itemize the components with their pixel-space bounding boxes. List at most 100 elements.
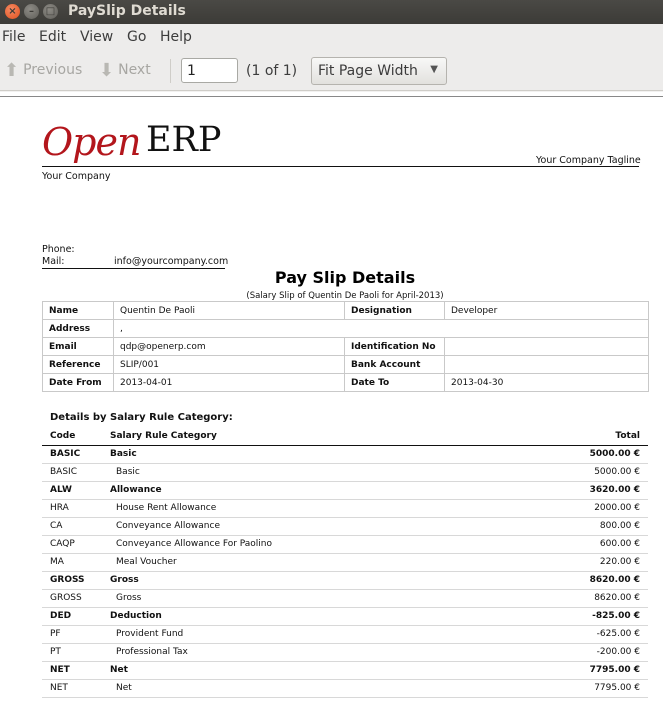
address-value: , [113,319,649,338]
salary-rule-rows: BASIC Basic 5000.00 € BASIC Basic 5000.00 € AL… [42,445,648,698]
menu-go[interactable]: Go [127,29,146,45]
row-code: PT [42,643,102,662]
row-code: NET [42,679,102,698]
row-category: Gross [102,589,500,608]
date-to-value: 2013-04-30 [444,373,649,392]
designation-label: Designation [344,301,445,320]
table-row: NET Net 7795.00 € [42,661,648,680]
email-value: qdp@openerp.com [113,337,345,356]
row-total: 8620.00 € [499,571,648,590]
date-from-label: Date From [42,373,114,392]
email-label: Email [42,337,114,356]
row-category: Basic [102,445,500,464]
row-category: Net [102,679,500,698]
table-row: MA Meal Voucher 220.00 € [42,553,648,572]
table-row: GROSS Gross 8620.00 € [42,589,648,608]
maximize-window-button[interactable]: □ [43,4,58,19]
row-code: BASIC [42,445,102,464]
document-title: Pay Slip Details [274,268,416,287]
page-number-input[interactable] [181,58,238,83]
row-total: 3620.00 € [499,481,648,500]
company-tagline: Your Company Tagline [536,155,641,166]
previous-button[interactable]: ⬆ Previous [4,60,82,81]
title-bar: × – □ PaySlip Details [0,0,663,24]
row-category: Allowance [102,481,500,500]
document-page: Open ERP Your Company Tagline Your Compa… [0,96,663,712]
row-category: Net [102,661,500,680]
row-total: 7795.00 € [499,661,648,680]
menu-view[interactable]: View [80,29,113,45]
row-category: Conveyance Allowance For Paolino [102,535,500,554]
reference-label: Reference [42,355,114,374]
bank-account-value [444,355,649,374]
row-code: CA [42,517,102,536]
mail-label: Mail: [42,256,65,267]
employee-info-table: Name Quentin De Paoli Designation Develo… [42,301,649,392]
toolbar-separator [170,59,171,83]
designation-value: Developer [444,301,649,320]
row-code: GROSS [42,589,102,608]
table-row: DED Deduction -825.00 € [42,607,648,626]
logo-open-text: Open [42,120,141,164]
menu-file[interactable]: File [2,29,25,45]
row-category: Meal Voucher [102,553,500,572]
company-name: Your Company [42,171,111,182]
table-row: BASIC Basic 5000.00 € [42,445,648,464]
row-total: 5000.00 € [499,445,648,464]
table-row: NET Net 7795.00 € [42,679,648,698]
close-window-button[interactable]: × [5,4,20,19]
row-total: 7795.00 € [499,679,648,698]
table-row: GROSS Gross 8620.00 € [42,571,648,590]
minimize-window-button[interactable]: – [24,4,39,19]
table-row: CAQP Conveyance Allowance For Paolino 600.… [42,535,648,554]
table-row: HRA House Rent Allowance 2000.00 € [42,499,648,518]
document-subtitle: (Salary Slip of Quentin De Paoli for Apr… [246,291,444,301]
date-from-value: 2013-04-01 [113,373,345,392]
arrow-up-icon: ⬆ [4,60,20,81]
zoom-select[interactable]: Fit Page Width ▼ [311,57,447,85]
header-divider [42,166,639,167]
row-category: Gross [102,571,500,590]
chevron-down-icon: ▼ [430,64,438,75]
row-category: Provident Fund [102,625,500,644]
previous-label: Previous [23,62,83,78]
table-row: PF Provident Fund -625.00 € [42,625,648,644]
page-count: (1 of 1) [246,63,298,79]
row-code: ALW [42,481,102,500]
row-code: CAQP [42,535,102,554]
table-row: CA Conveyance Allowance 800.00 € [42,517,648,536]
row-total: 600.00 € [499,535,648,554]
next-button[interactable]: ⬇ Next [99,60,151,81]
menu-help[interactable]: Help [160,29,192,45]
row-category: Deduction [102,607,500,626]
table-row: ALW Allowance 3620.00 € [42,481,648,500]
phone-label: Phone: [42,244,75,255]
row-code: HRA [42,499,102,518]
address-label: Address [42,319,114,338]
table-row: BASIC Basic 5000.00 € [42,463,648,482]
zoom-value: Fit Page Width [318,63,418,79]
document-viewport[interactable]: Open ERP Your Company Tagline Your Compa… [0,92,663,712]
row-category: Conveyance Allowance [102,517,500,536]
menu-edit[interactable]: Edit [39,29,66,45]
arrow-down-icon: ⬇ [99,60,115,81]
bank-account-label: Bank Account [344,355,445,374]
row-code: DED [42,607,102,626]
row-total: 800.00 € [499,517,648,536]
row-total: -200.00 € [499,643,648,662]
row-total: -825.00 € [499,607,648,626]
row-code: BASIC [42,463,102,482]
row-category: House Rent Allowance [102,499,500,518]
row-category: Professional Tax [102,643,500,662]
row-total: 5000.00 € [499,463,648,482]
logo-erp-text: ERP [146,120,222,160]
column-header-total: Total [499,427,648,446]
column-header-code: Code [42,427,102,446]
column-header-category: Salary Rule Category [102,427,500,446]
menu-bar: File Edit View Go Help [0,24,663,51]
name-value: Quentin De Paoli [113,301,345,320]
row-code: PF [42,625,102,644]
next-label: Next [118,62,151,78]
row-total: 220.00 € [499,553,648,572]
name-label: Name [42,301,114,320]
